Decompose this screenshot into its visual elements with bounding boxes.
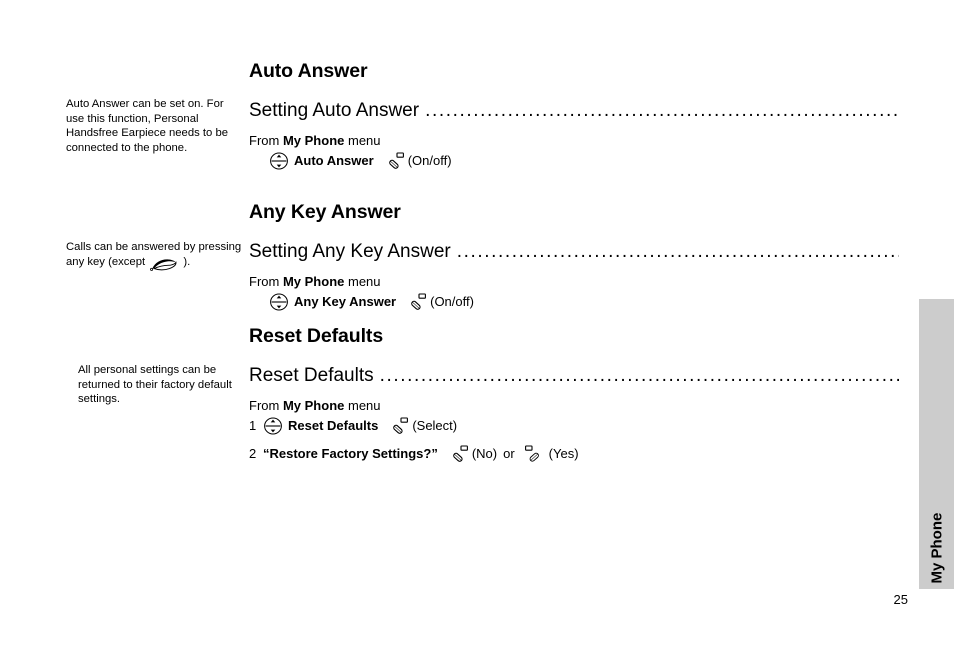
- section-auto-answer: Auto Answer Setting Auto Answer ........…: [249, 60, 899, 171]
- menu-item-label: Reset Defaults: [288, 418, 379, 433]
- margin-note-reset-defaults: All personal settings can be returned to…: [78, 363, 244, 407]
- left-softkey-icon: [387, 416, 409, 437]
- navigation-key-icon: [269, 293, 289, 311]
- from-menu-name: My Phone: [282, 273, 345, 289]
- sub-heading: Setting Any Key Answer: [249, 240, 451, 262]
- section-any-key-answer: Any Key Answer Setting Any Key Answer ..…: [249, 201, 899, 312]
- sub-heading: Reset Defaults: [249, 364, 374, 386]
- dot-leader: ........................................…: [425, 100, 899, 120]
- section-heading: Auto Answer: [249, 60, 368, 82]
- thumb-tab-rotation-wrapper: My Phone: [919, 299, 954, 589]
- softkey-action-label: (No): [471, 446, 498, 461]
- from-menu-line: From My Phone menu: [249, 397, 899, 414]
- softkey-action-label: (On/off): [430, 294, 474, 309]
- margin-note-text-after: ).: [183, 255, 191, 268]
- from-suffix: menu: [348, 397, 381, 413]
- from-prefix: From: [249, 397, 280, 413]
- step-row: Auto Answer (On/off): [249, 151, 899, 171]
- step-number: 1: [249, 418, 257, 433]
- right-softkey-icon: [524, 444, 546, 465]
- margin-note-text: Auto Answer can be set on. For use this …: [66, 98, 229, 155]
- section-reset-defaults: Reset Defaults Reset Defaults ..........…: [249, 325, 899, 464]
- thumb-tab-label: My Phone: [928, 512, 945, 583]
- toc-entry-reset-defaults: Reset Defaults .........................…: [249, 366, 899, 385]
- from-menu-line: From My Phone menu: [249, 132, 899, 149]
- step-row: Any Key Answer (On/off): [249, 292, 899, 312]
- end-call-handset-icon: [150, 257, 178, 271]
- section-heading: Reset Defaults: [249, 325, 384, 347]
- from-suffix: menu: [348, 132, 381, 148]
- menu-item-label: Any Key Answer: [294, 294, 397, 309]
- conjunction-label: or: [503, 446, 515, 461]
- from-menu-line: From My Phone menu: [249, 273, 899, 290]
- from-suffix: menu: [348, 273, 381, 289]
- dot-leader: ........................................…: [379, 365, 899, 385]
- step-number: 2: [249, 446, 257, 461]
- page-number: 25: [893, 592, 908, 607]
- manual-page: Auto Answer can be set on. For use this …: [0, 0, 954, 647]
- margin-note-any-key-answer: Calls can be answered by pressing any ke…: [66, 240, 244, 271]
- left-softkey-icon: [447, 444, 469, 465]
- sub-heading: Setting Auto Answer: [249, 99, 420, 121]
- navigation-key-icon: [263, 417, 283, 435]
- left-softkey-icon: [405, 292, 427, 313]
- softkey-action-label: (On/off): [407, 153, 452, 168]
- step-row: 1 Reset Defaults (Select): [249, 416, 899, 436]
- from-menu-name: My Phone: [282, 397, 345, 413]
- margin-note-auto-answer: Auto Answer can be set on. For use this …: [66, 97, 244, 156]
- margin-note-text: All personal settings can be returned to…: [78, 364, 232, 406]
- dot-leader: ........................................…: [456, 241, 899, 261]
- menu-item-label: Auto Answer: [294, 153, 374, 168]
- left-softkey-icon: [383, 151, 405, 172]
- step-row: 2 “Restore Factory Settings?” (No) or (Y…: [249, 444, 899, 464]
- softkey-action-label-2: (Yes): [548, 446, 579, 461]
- toc-entry-setting-any-key-answer: Setting Any Key Answer .................…: [249, 242, 899, 261]
- section-heading: Any Key Answer: [249, 201, 401, 223]
- from-menu-name: My Phone: [282, 132, 345, 148]
- thumb-tab-my-phone: My Phone: [919, 299, 954, 589]
- navigation-key-icon: [269, 152, 289, 170]
- softkey-action-label: (Select): [412, 418, 458, 433]
- toc-entry-setting-auto-answer: Setting Auto Answer ....................…: [249, 101, 899, 120]
- from-prefix: From: [249, 132, 280, 148]
- prompt-label: “Restore Factory Settings?”: [263, 446, 438, 461]
- from-prefix: From: [249, 273, 280, 289]
